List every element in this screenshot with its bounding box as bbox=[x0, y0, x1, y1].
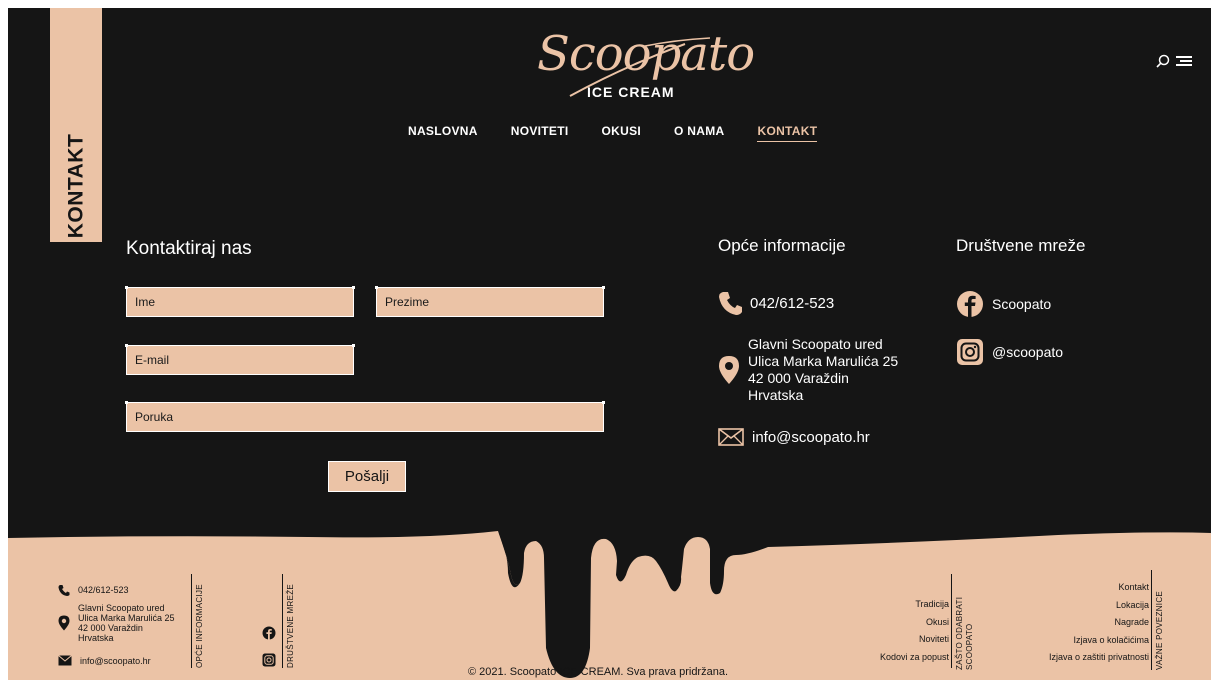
message-field[interactable]: Poruka bbox=[125, 401, 605, 432]
footer-address-line: 42 000 Varaždin bbox=[78, 623, 143, 633]
footer-divider bbox=[951, 574, 952, 668]
footer-link[interactable]: Lokacija bbox=[1049, 597, 1149, 615]
instagram-icon[interactable] bbox=[262, 653, 276, 667]
why-links: Tradicija Okusi Noviteti Kodovi za popus… bbox=[880, 596, 949, 666]
footer-link[interactable]: Kontakt bbox=[1049, 579, 1149, 597]
phone-icon bbox=[719, 292, 742, 315]
info-title: Opće informacije bbox=[718, 236, 846, 255]
header-actions bbox=[1156, 54, 1192, 68]
important-label: VAŽNE POVEZNICE bbox=[1155, 590, 1164, 670]
info-phone-text[interactable]: 042/612-523 bbox=[750, 295, 834, 312]
address-line: Glavni Scoopato ured bbox=[748, 336, 883, 352]
footer-divider bbox=[1151, 570, 1152, 670]
footer-address-line: Hrvatska bbox=[78, 633, 114, 643]
last-name-field[interactable]: Prezime bbox=[375, 286, 605, 317]
footer-drip-background bbox=[8, 531, 1211, 680]
phone-icon bbox=[58, 585, 70, 596]
address-line: 42 000 Varaždin bbox=[748, 370, 849, 386]
main-nav: NASLOVNA NOVITETI OKUSI O NAMA KONTAKT bbox=[408, 124, 818, 142]
footer-link[interactable]: Kodovi za popust bbox=[880, 649, 949, 667]
logo[interactable]: Scoopato ICE CREAM bbox=[515, 26, 755, 106]
send-button[interactable]: Pošalji bbox=[328, 461, 406, 492]
instagram-label: @scoopato bbox=[992, 344, 1064, 360]
logo-subtitle: ICE CREAM bbox=[587, 84, 675, 100]
footer-divider bbox=[282, 574, 283, 668]
nav-kontakt[interactable]: KONTAKT bbox=[757, 124, 818, 142]
why-label-1: ZAŠTO ODABRATI bbox=[955, 596, 964, 670]
menu-icon[interactable] bbox=[1176, 54, 1192, 68]
info-email-text[interactable]: info@scoopato.hr bbox=[752, 429, 870, 446]
social-instagram[interactable]: @scoopato bbox=[956, 338, 1063, 366]
footer-email: info@scoopato.hr bbox=[58, 655, 151, 666]
why-label-2: SCOOPATO bbox=[965, 623, 974, 670]
page-label-tab: KONTAKT bbox=[50, 8, 102, 242]
info-address: Glavni Scoopato ured Ulica Marka Marulić… bbox=[718, 336, 898, 404]
footer-link[interactable]: Izjava o zaštiti privatnosti bbox=[1049, 649, 1149, 667]
footer-info-label: OPĆE INFORMACIJE bbox=[195, 584, 204, 668]
address-line: Hrvatska bbox=[748, 387, 804, 403]
social-title: Društvene mreže bbox=[956, 236, 1086, 255]
footer-link[interactable]: Izjava o kolačićima bbox=[1049, 632, 1149, 650]
footer-link[interactable]: Tradicija bbox=[880, 596, 949, 614]
important-links: Kontakt Lokacija Nagrade Izjava o kolači… bbox=[1049, 579, 1149, 667]
nav-o-nama[interactable]: O NAMA bbox=[674, 124, 724, 142]
form-title: Kontaktiraj nas bbox=[126, 238, 252, 259]
footer-address: Glavni Scoopato ured Ulica Marka Marulić… bbox=[58, 603, 175, 643]
info-phone: 042/612-523 bbox=[718, 290, 834, 316]
page: EN HR KONTAKT Scoopato ICE CREAM NASLOVN… bbox=[8, 8, 1211, 680]
footer-divider bbox=[191, 574, 192, 668]
facebook-icon bbox=[957, 291, 983, 317]
info-email: info@scoopato.hr bbox=[718, 427, 870, 447]
search-icon[interactable] bbox=[1156, 54, 1170, 68]
facebook-label: Scoopato bbox=[992, 296, 1052, 312]
mail-icon bbox=[58, 655, 72, 666]
footer-link[interactable]: Okusi bbox=[880, 614, 949, 632]
first-name-field[interactable]: Ime bbox=[125, 286, 355, 317]
copyright: © 2021. Scoopato ICE CREAM. Sva prava pr… bbox=[468, 666, 729, 678]
footer-social-label: DRUŠTVENE MREŽE bbox=[286, 583, 295, 668]
footer-link[interactable]: Noviteti bbox=[880, 631, 949, 649]
footer-email-text[interactable]: info@scoopato.hr bbox=[80, 656, 151, 666]
nav-okusi[interactable]: OKUSI bbox=[602, 124, 642, 142]
page-label: KONTAKT bbox=[64, 133, 87, 239]
nav-naslovna[interactable]: NASLOVNA bbox=[408, 124, 478, 142]
footer-address-line: Ulica Marka Marulića 25 bbox=[78, 613, 175, 623]
logo-script: Scoopato bbox=[537, 26, 755, 82]
location-pin-icon bbox=[719, 356, 739, 384]
email-field[interactable]: E-mail bbox=[125, 344, 355, 375]
facebook-icon[interactable] bbox=[262, 626, 276, 640]
mail-icon bbox=[718, 428, 744, 446]
footer-address-line: Glavni Scoopato ured bbox=[78, 603, 165, 613]
instagram-icon bbox=[957, 339, 983, 365]
footer-link[interactable]: Nagrade bbox=[1049, 614, 1149, 632]
footer-phone-text[interactable]: 042/612-523 bbox=[78, 585, 129, 595]
address-line: Ulica Marka Marulića 25 bbox=[748, 353, 899, 369]
location-pin-icon bbox=[58, 615, 70, 631]
nav-noviteti[interactable]: NOVITETI bbox=[511, 124, 569, 142]
social-facebook[interactable]: Scoopato bbox=[956, 290, 1051, 318]
footer-phone: 042/612-523 bbox=[58, 584, 129, 596]
